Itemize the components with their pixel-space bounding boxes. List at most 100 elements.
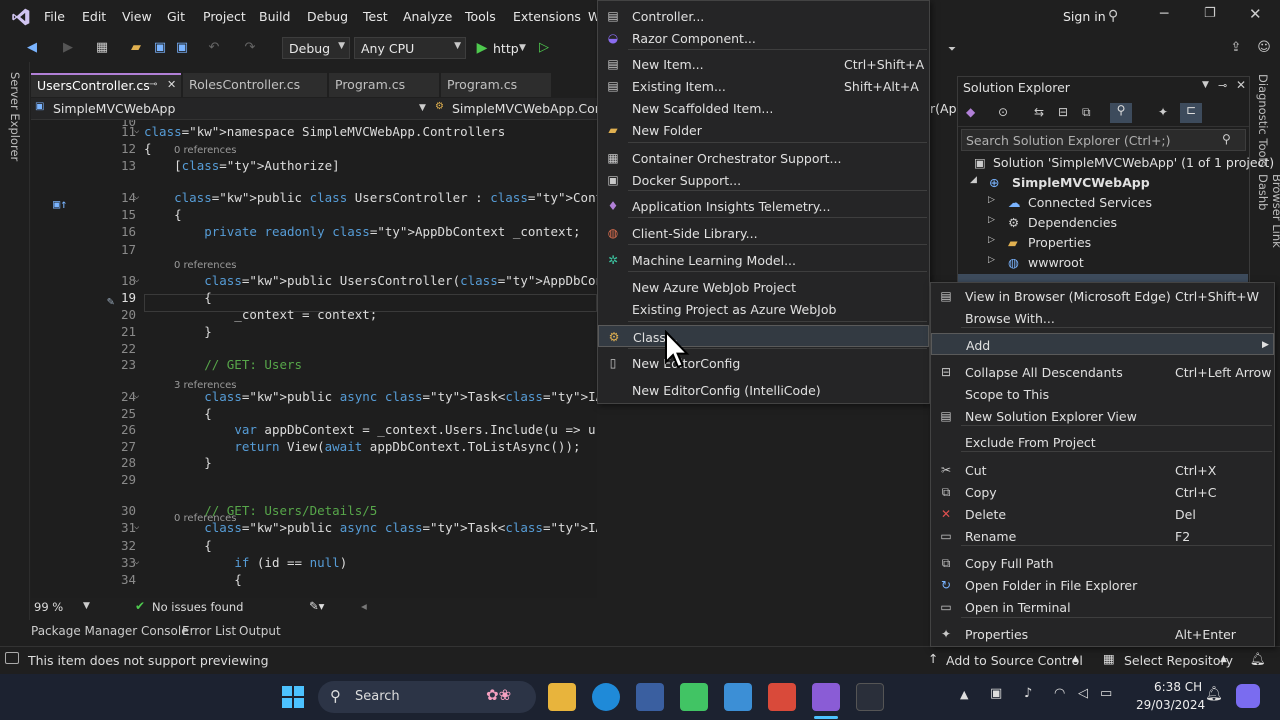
add-menu-item[interactable]: ♦ Application Insights Telemetry... [598, 195, 929, 217]
collapsed-arrow-icon[interactable]: ▷ [988, 235, 995, 245]
context-menu-item[interactable]: ✦ Properties Alt+Enter [931, 623, 1274, 645]
add-menu-item[interactable]: New Scaffolded Item... [598, 97, 929, 119]
properties-wrench-icon[interactable]: ✦ [1158, 105, 1168, 119]
show-hidden-icons-icon[interactable]: ▲ [960, 688, 968, 701]
tab-program-1[interactable]: Program.cs [329, 73, 439, 97]
close-window-icon[interactable]: ✕ [1249, 5, 1262, 23]
add-menu-item[interactable]: ◍ Client-Side Library... [598, 222, 929, 244]
save-icon[interactable]: ▣ [152, 40, 168, 56]
browser-link-dashboard-tab[interactable]: Browser Link Dashb [1256, 174, 1280, 282]
live-share-icon[interactable]: ⇪ [1228, 40, 1244, 56]
open-folder-icon[interactable]: ▰ [128, 40, 144, 56]
visual-studio-logo-icon[interactable] [10, 7, 32, 27]
scroll-left-icon[interactable]: ◂ [361, 599, 367, 613]
add-menu-item[interactable]: ◒ Razor Component... [598, 27, 929, 49]
menu-build[interactable]: Build [259, 9, 290, 24]
undo-icon[interactable]: ↶ [206, 40, 222, 56]
clock-time[interactable]: 6:38 CH [1154, 680, 1202, 694]
menu-file[interactable]: File [44, 9, 65, 24]
class-dropdown[interactable]: SimpleMVCWebApp.Contro [452, 101, 620, 116]
menu-project[interactable]: Project [203, 9, 246, 24]
show-all-files-icon[interactable]: ⧉ [1082, 105, 1091, 120]
copilot-app-icon[interactable] [1236, 684, 1260, 708]
copilot-icon[interactable]: ☺ [1256, 40, 1272, 56]
context-menu-item[interactable]: ↻ Open Folder in File Explorer [931, 574, 1274, 596]
notification-bell-icon[interactable]: 🔔︎ [1205, 686, 1223, 702]
context-menu-item[interactable]: Exclude From Project [931, 431, 1274, 453]
wifi-icon[interactable]: ◠ [1054, 686, 1065, 701]
diagnostic-tools-tab[interactable]: Diagnostic Tools [1256, 74, 1270, 167]
forward-icon[interactable]: ▶ [60, 40, 76, 56]
run-icon[interactable]: ▶ [474, 40, 490, 56]
project-dropdown[interactable]: SimpleMVCWebApp [53, 101, 175, 116]
redo-icon[interactable]: ↷ [242, 40, 258, 56]
code-editor[interactable]: ▣↑ ✎ 10 11 ⌵ class="kw">namespace SimpleMVC… [31, 120, 597, 598]
tree-connected-services[interactable]: Connected Services [1028, 195, 1152, 210]
sign-in-link[interactable]: Sign in [1063, 9, 1106, 24]
taskbar-search-box[interactable]: ⚲ Search ✿❀ [318, 681, 536, 713]
solution-search-box[interactable]: Search Solution Explorer (Ctrl+;) ⚲ [961, 129, 1246, 151]
context-menu-item[interactable]: ✂ Cut Ctrl+X [931, 459, 1274, 481]
panel-menu-icon[interactable]: ▼ [1202, 80, 1209, 90]
chevron-up-icon[interactable]: ▲ [1220, 654, 1227, 664]
add-to-source-control-button[interactable]: Add to Source Control [946, 653, 1083, 668]
close-panel-icon[interactable]: ✕ [1236, 78, 1246, 92]
battery-icon[interactable]: ▭ [1100, 686, 1112, 701]
back-icon[interactable]: ◀ [24, 40, 40, 56]
notifications-icon[interactable]: 🔔︎ [1250, 651, 1266, 667]
chevron-down-icon[interactable]: ▼ [419, 103, 426, 113]
edge-app-icon[interactable] [592, 683, 620, 711]
context-menu-item[interactable]: ▤ View in Browser (Microsoft Edge) Ctrl+Sh… [931, 285, 1274, 307]
context-menu-item[interactable]: ⧉ Copy Ctrl+C [931, 481, 1274, 503]
menu-debug[interactable]: Debug [307, 9, 348, 24]
microphone-icon[interactable]: ♪ [1024, 686, 1032, 701]
context-menu-item[interactable]: ▤ New Solution Explorer View [931, 405, 1274, 427]
context-menu-item[interactable]: ⧉ Copy Full Path [931, 552, 1274, 574]
run-target-dropdown-icon[interactable]: ▼ [519, 43, 526, 53]
select-repository-button[interactable]: Select Repository [1124, 653, 1233, 668]
tab-program-2[interactable]: Program.cs [441, 73, 551, 97]
save-all-icon[interactable]: ▣ [174, 40, 190, 56]
tab-roles-controller[interactable]: RolesController.cs [183, 73, 327, 97]
add-menu-item[interactable]: ▰ New Folder [598, 119, 929, 141]
context-menu-item[interactable]: ⊟ Collapse All Descendants Ctrl+Left Arrow [931, 361, 1274, 383]
menu-tools[interactable]: Tools [465, 9, 496, 24]
run-without-debug-icon[interactable]: ▷ [536, 40, 552, 56]
collapsed-arrow-icon[interactable]: ▷ [988, 255, 995, 265]
zoom-level[interactable]: 99 % [34, 600, 63, 614]
project-node[interactable]: SimpleMVCWebApp [1012, 175, 1150, 190]
volume-icon[interactable]: ◁ [1078, 686, 1088, 701]
visual-studio-app-icon[interactable] [812, 683, 840, 711]
tree-properties[interactable]: Properties [1028, 235, 1091, 250]
add-menu-item[interactable]: ▤ Existing Item... Shift+Alt+A [598, 75, 929, 97]
pin-panel-icon[interactable]: ⊸ [1218, 79, 1227, 92]
context-menu-item[interactable]: Add ▶ [931, 333, 1274, 355]
fold-toggle-icon[interactable]: ⌵ [134, 391, 139, 401]
tab-package-manager-console[interactable]: Package Manager Console [31, 624, 189, 638]
add-menu-item[interactable]: ▤ Controller... [598, 5, 929, 27]
toolbar-overflow-icon[interactable]: ⏷ [944, 42, 960, 58]
code-cleanup-icon[interactable]: ✎▾ [309, 599, 324, 613]
menu-git[interactable]: Git [167, 9, 185, 24]
codelens-references[interactable]: 0 references [174, 513, 237, 524]
codelens-references[interactable]: 0 references [174, 260, 237, 271]
context-menu-item[interactable]: ▭ Rename F2 [931, 525, 1274, 547]
azure-data-studio-app-icon[interactable] [724, 683, 752, 711]
sync-icon[interactable]: ⇆ [1034, 105, 1044, 119]
clock-date[interactable]: 29/03/2024 [1136, 698, 1205, 712]
add-menu-item[interactable]: New EditorConfig (IntelliCode) [598, 379, 929, 401]
member-dropdown-tail[interactable]: r(Ap [930, 101, 957, 116]
close-tab-icon[interactable]: ✕ [167, 78, 176, 91]
add-menu-item[interactable]: ▣ Docker Support... [598, 169, 929, 191]
terminal-app-icon[interactable] [856, 683, 884, 711]
menu-extensions[interactable]: Extensions [513, 9, 581, 24]
context-menu-item[interactable]: Scope to This [931, 383, 1274, 405]
run-target-label[interactable]: http [493, 41, 519, 56]
tree-wwwroot[interactable]: wwwroot [1028, 255, 1084, 270]
collapse-all-icon[interactable]: ⊟ [1058, 105, 1068, 119]
codelens-references[interactable]: 0 references [174, 145, 237, 156]
account-settings-icon[interactable]: ⚲ [1108, 8, 1118, 24]
red-app-icon[interactable] [768, 683, 796, 711]
menu-analyze[interactable]: Analyze [403, 9, 452, 24]
vs-home-icon[interactable]: ◆ [966, 105, 975, 119]
